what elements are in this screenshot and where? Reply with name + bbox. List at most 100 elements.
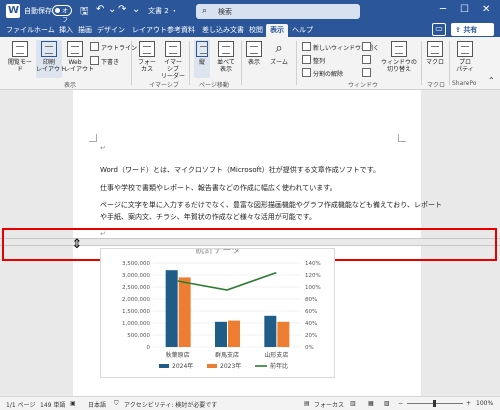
- side-to-side-button[interactable]: 並べて 表示: [214, 41, 238, 73]
- page-count[interactable]: 1/1 ページ: [6, 400, 35, 409]
- search-input[interactable]: ⌕ 検索: [196, 4, 360, 19]
- accessibility-status[interactable]: アクセシビリティ: 検討が必要です: [124, 400, 217, 409]
- focus-label: フォー カス: [137, 59, 156, 73]
- web-layout-view-icon[interactable]: ▧: [384, 400, 390, 407]
- chart[interactable]: 統計データ 3,500,000 3,000,000 2,500,000 2,000,00…: [100, 248, 335, 378]
- macros-label: マクロ: [425, 59, 444, 66]
- redo-icon[interactable]: ↷: [118, 4, 126, 15]
- tab-references[interactable]: 参考資料: [167, 25, 195, 35]
- group-separator: [449, 41, 450, 85]
- vertical-button[interactable]: 縦: [194, 40, 210, 78]
- collapse-ribbon-icon[interactable]: ⌃: [488, 77, 495, 85]
- y2-tick-label: 60%: [305, 309, 317, 315]
- tab-file[interactable]: ファイル: [6, 25, 34, 35]
- minimize-icon[interactable]: ─: [440, 4, 446, 15]
- bar: [264, 315, 277, 347]
- properties-button[interactable]: プロ パティ: [454, 41, 476, 73]
- properties-icon: [457, 41, 473, 57]
- paragraph[interactable]: 仕事や学校で書類やレポート、報告書などの作成に幅広く使われています。: [100, 183, 337, 193]
- tab-layout[interactable]: レイアウト: [132, 25, 167, 35]
- reset-window-icon[interactable]: [362, 68, 373, 77]
- proofing-icon[interactable]: ▣: [70, 400, 76, 407]
- macros-button[interactable]: マクロ: [424, 41, 446, 66]
- macros-group-label: マクロ: [427, 82, 446, 89]
- outline-button[interactable]: アウトライン: [90, 42, 137, 52]
- print-layout-button[interactable]: 印刷 レイアウト: [36, 40, 66, 78]
- tab-mailings[interactable]: 差し込み文書: [202, 25, 244, 35]
- zoom-out-icon[interactable]: −: [398, 400, 403, 407]
- tab-view[interactable]: 表示: [266, 24, 288, 37]
- save-icon[interactable]: 🖫: [80, 4, 89, 21]
- word-count[interactable]: 149 単語: [40, 400, 65, 409]
- group-separator: [131, 41, 132, 85]
- paragraph-mark: ↵: [100, 144, 106, 152]
- comment-icon[interactable]: ▭: [432, 23, 446, 36]
- zoom-slider-thumb[interactable]: [433, 400, 436, 407]
- y2-tick-label: 80%: [305, 297, 317, 303]
- y-tick-label: 1,500,000: [122, 309, 150, 315]
- margin-corner: [89, 134, 97, 142]
- language[interactable]: 日本語: [88, 400, 106, 409]
- undo-icon[interactable]: ↶: [96, 4, 104, 15]
- document-title: 文書 2 ・: [148, 7, 178, 15]
- show-icon: [246, 41, 262, 57]
- customize-qat-icon[interactable]: ⌄: [132, 4, 140, 15]
- immersive-reader-button[interactable]: イマー シブ リーダー: [160, 41, 186, 80]
- side-by-side-icon[interactable]: [362, 42, 373, 51]
- read-mode-label: 閲覧モード: [7, 59, 32, 73]
- tab-insert[interactable]: 挿入: [59, 25, 73, 35]
- show-button[interactable]: 表示: [245, 41, 263, 66]
- paragraph[interactable]: や手紙、案内文、チラシ、年賀状の作成など様々な活用が可能です。: [100, 212, 316, 222]
- margin-corner: [398, 134, 406, 142]
- paragraph[interactable]: ページに文字を単に入力するだけでなく、豊富な図形描画機能やグラフ作成機能なども備…: [100, 200, 442, 210]
- zoom-level[interactable]: 100%: [476, 400, 493, 407]
- maximize-icon[interactable]: ☐: [460, 4, 469, 15]
- tab-draw[interactable]: 描画: [78, 25, 92, 35]
- focus-icon[interactable]: ▤: [304, 400, 310, 407]
- draft-button[interactable]: 下書き: [90, 56, 119, 66]
- paragraph[interactable]: ↵: [100, 144, 106, 152]
- sync-scroll-icon[interactable]: [362, 55, 373, 64]
- share-button[interactable]: ⇪ 共有: [451, 23, 494, 36]
- tab-review[interactable]: 校閲: [249, 25, 263, 35]
- autosave-toggle[interactable]: オフ: [52, 5, 72, 24]
- tab-help[interactable]: ヘルプ: [292, 25, 313, 35]
- window-group-label: ウィンドウ: [348, 82, 379, 89]
- y2-tick-label: 40%: [305, 321, 317, 327]
- ribbon-tabs: ファイル ホーム 挿入 描画 デザイン レイアウト 参考資料 差し込み文書 校閲…: [0, 22, 500, 37]
- zoom-button[interactable]: ⌕ ズーム: [268, 41, 290, 66]
- split-button[interactable]: 分割の解除: [302, 68, 343, 78]
- focus-button[interactable]: フォー カス: [136, 41, 158, 73]
- web-layout-button[interactable]: Web レイアウト: [64, 41, 94, 73]
- read-mode-button[interactable]: 閲覧モード: [6, 41, 34, 73]
- switch-windows-label: ウィンドウの 切り替え: [380, 59, 417, 73]
- zoom-label: ズーム: [270, 59, 288, 66]
- undo-dropdown-icon[interactable]: ⌄: [108, 4, 116, 15]
- print-layout-view-icon[interactable]: ▦: [368, 400, 374, 407]
- read-mode-icon: [12, 41, 28, 57]
- switch-windows-icon: [391, 41, 407, 57]
- zoom-icon: ⌕: [275, 41, 283, 56]
- accessibility-icon[interactable]: ⛉: [114, 400, 119, 408]
- y-tick-label: 1,000,000: [122, 321, 150, 327]
- vertical-icon: [196, 41, 208, 57]
- bar: [228, 320, 240, 347]
- paragraph[interactable]: Word（ワード）とは、マイクロソフト（Microsoft）社が提供する文章作成…: [100, 165, 380, 175]
- side-to-side-icon: [218, 41, 234, 57]
- arrange-all-button[interactable]: 整列: [302, 55, 325, 65]
- read-mode-view-icon[interactable]: ▥: [350, 400, 356, 407]
- tab-home[interactable]: ホーム: [34, 25, 55, 35]
- tab-design[interactable]: デザイン: [97, 25, 125, 35]
- document-canvas[interactable]: ↵ Word（ワード）とは、マイクロソフト（Microsoft）社が提供する文章…: [0, 90, 500, 396]
- close-icon[interactable]: ✕: [482, 4, 490, 15]
- x-tick-label: 群馬支店: [215, 351, 239, 359]
- properties-label: プロ パティ: [456, 59, 474, 73]
- status-bar: 1/1 ページ 149 単語 ▣ 日本語 ⛉ アクセシビリティ: 検討が必要です…: [0, 396, 500, 410]
- switch-windows-button[interactable]: ウィンドウの 切り替え: [380, 41, 418, 73]
- macros-icon: [427, 41, 443, 57]
- focus-mode[interactable]: フォーカス: [314, 400, 344, 409]
- search-icon: ⌕: [202, 6, 208, 16]
- legend-label: 2024年: [172, 362, 193, 370]
- zoom-in-icon[interactable]: +: [466, 400, 471, 407]
- sharepoint-group-label: SharePo: [452, 80, 477, 87]
